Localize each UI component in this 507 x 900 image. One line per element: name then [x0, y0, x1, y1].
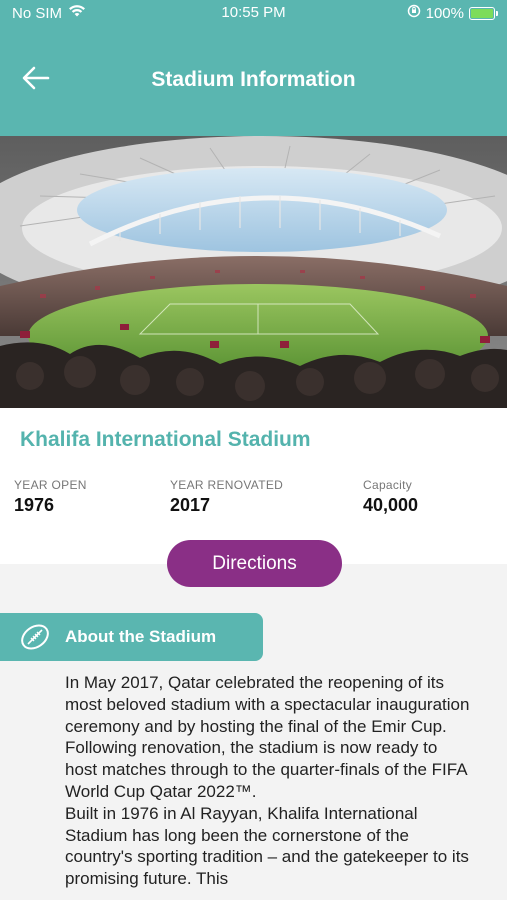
nav-bar: Stadium Information: [0, 26, 507, 136]
battery-percent: 100%: [425, 4, 464, 22]
page-title: Stadium Information: [151, 68, 356, 91]
stat-value: 40,000: [363, 495, 419, 515]
stat-value: 1976: [14, 495, 55, 515]
about-section-header: About the Stadium: [0, 613, 263, 661]
about-description: In May 2017, Qatar celebrated the reopen…: [65, 672, 470, 890]
stat-year-open: YEAR OPEN 1976: [14, 478, 87, 516]
stat-capacity: Capacity 40,000: [363, 478, 418, 516]
about-paragraph: Built in 1976 in Al Rayyan, Khalifa Inte…: [65, 803, 469, 889]
directions-button[interactable]: Directions: [167, 540, 342, 587]
status-bar: No SIM 10:55 PM 100%: [0, 0, 507, 26]
stadium-hero-image: [0, 136, 507, 408]
about-paragraph: In May 2017, Qatar celebrated the reopen…: [65, 673, 470, 801]
stat-value: 2017: [170, 495, 211, 515]
battery-charging-icon: [469, 6, 498, 20]
stadium-name: Khalifa International Stadium: [20, 428, 311, 451]
about-section-title: About the Stadium: [65, 627, 217, 646]
orientation-lock-icon: [407, 4, 421, 22]
stat-year-renovated: YEAR RENOVATED 2017: [170, 478, 283, 516]
rugby-ball-icon: [19, 622, 51, 652]
status-right: 100%: [407, 4, 498, 22]
stat-label: YEAR RENOVATED: [170, 478, 284, 492]
stat-label: Capacity: [363, 478, 413, 492]
stat-label: YEAR OPEN: [14, 478, 87, 492]
